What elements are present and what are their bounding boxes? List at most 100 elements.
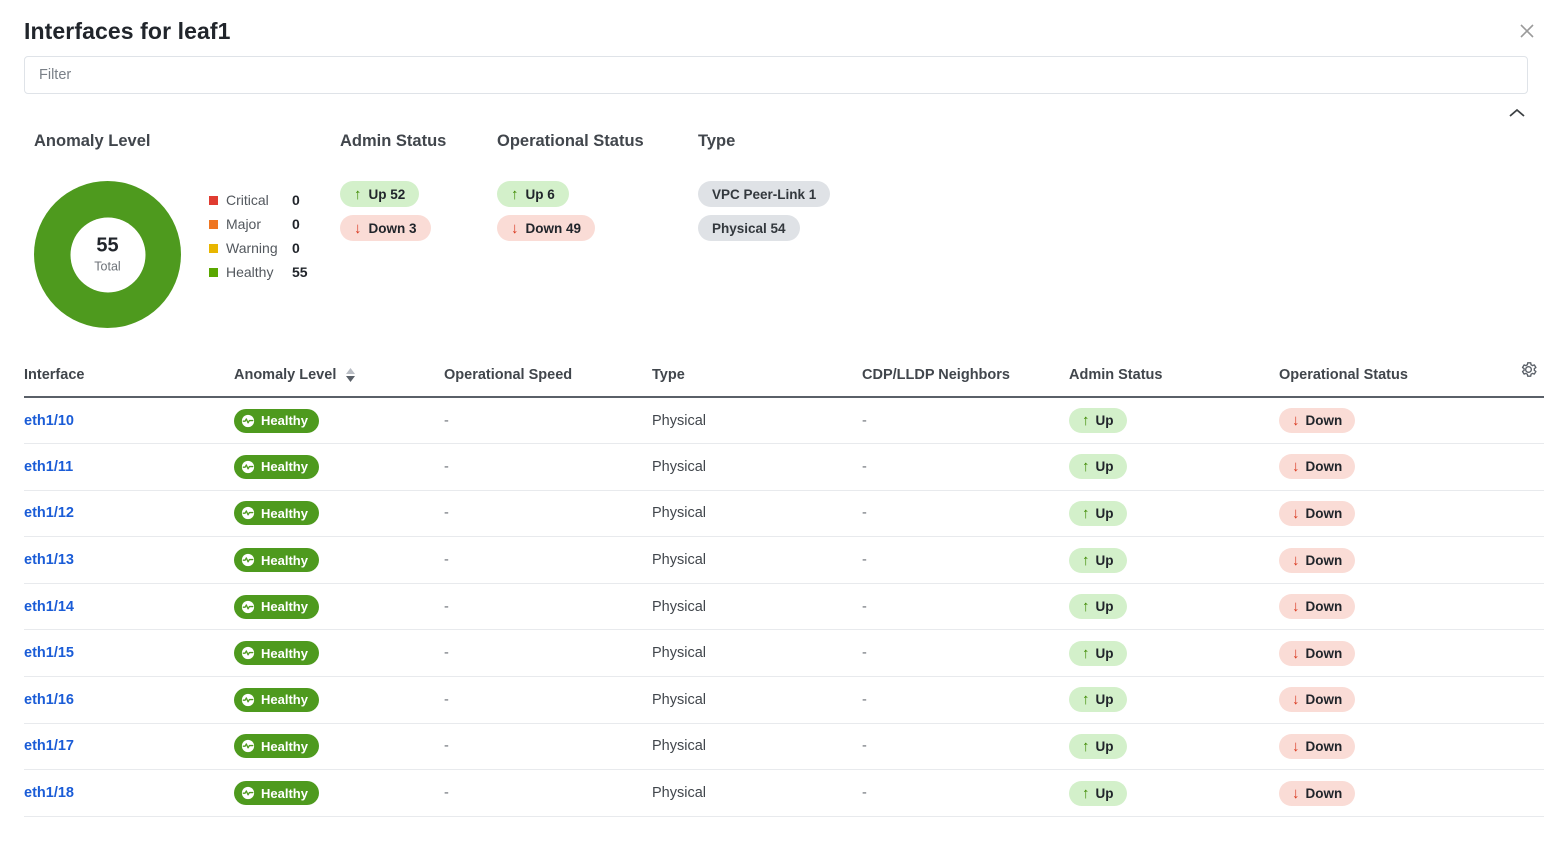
type-physical-badge[interactable]: Physical 54 <box>698 215 800 241</box>
admin-status-badge: ↑ Up <box>1069 547 1127 573</box>
cell-admin-status: ↑ Up <box>1069 769 1279 817</box>
operational-speed-value: - <box>444 458 449 475</box>
interface-link[interactable]: eth1/12 <box>24 505 74 521</box>
column-header-interface[interactable]: Interface <box>24 354 234 398</box>
panel-header: Interfaces for leaf1 <box>0 0 1560 50</box>
table-body: eth1/10 Healthy - Physical - ↑ Up ↓ Down eth1/11 H… <box>24 397 1544 817</box>
cell-type: Physical <box>652 629 862 678</box>
cell-operational-status: ↓ Down <box>1279 536 1494 584</box>
donut-center: 55 Total <box>70 217 145 292</box>
cell-type: Physical <box>652 443 862 491</box>
cell-admin-status: ↑ Up <box>1069 536 1279 584</box>
legend-value: 0 <box>292 216 300 232</box>
cell-operational-status: ↓ Down <box>1279 583 1494 631</box>
admin-status-badge: ↑ Up <box>1069 640 1127 666</box>
type-value: Physical <box>652 691 706 708</box>
anomaly-level-badge: Healthy <box>234 734 319 759</box>
cell-anomaly-level: Healthy <box>234 490 444 538</box>
arrow-up-icon: ↑ <box>1082 691 1090 709</box>
type-value: Physical <box>652 458 706 475</box>
arrow-down-icon: ↓ <box>1292 504 1300 522</box>
anomaly-level-badge: Healthy <box>234 548 319 573</box>
anomaly-level-badge: Healthy <box>234 501 319 526</box>
cell-operational-status: ↓ Down <box>1279 490 1494 538</box>
badge-label: Up <box>1095 413 1114 429</box>
admin-status-badge: ↑ Up <box>1069 687 1127 713</box>
cell-operational-speed: - <box>444 443 652 491</box>
neighbors-value: - <box>862 691 867 708</box>
column-header-admin-status[interactable]: Admin Status <box>1069 354 1279 398</box>
cell-admin-status: ↑ Up <box>1069 629 1279 678</box>
badge-label: Healthy <box>261 785 308 801</box>
cell-anomaly-level: Healthy <box>234 676 444 724</box>
close-icon[interactable] <box>1512 16 1542 46</box>
operational-speed-value: - <box>444 645 449 662</box>
type-summary: Type VPC Peer-Link 1 Physical 54 <box>698 132 958 249</box>
heartbeat-icon <box>241 600 255 614</box>
table-row: eth1/17 Healthy - Physical - ↑ Up ↓ Down <box>24 723 1544 771</box>
cell-spacer <box>1494 397 1544 445</box>
gear-icon[interactable] <box>1519 360 1538 379</box>
operational-status-down-badge[interactable]: ↓ Down 49 <box>497 215 596 241</box>
cell-type: Physical <box>652 536 862 584</box>
column-header-cdp-lldp-neighbors[interactable]: CDP/LLDP Neighbors <box>862 354 1069 398</box>
interface-link[interactable]: eth1/10 <box>24 413 74 429</box>
column-header-type[interactable]: Type <box>652 354 862 398</box>
badge-label: Down <box>1305 552 1343 568</box>
type-vpc-peer-link-badge[interactable]: VPC Peer-Link 1 <box>698 181 831 207</box>
anomaly-legend: Critical 0 Major 0 Warning 0 Healthy 55 <box>209 181 308 284</box>
operational-speed-value: - <box>444 552 449 569</box>
page-title: Interfaces for leaf1 <box>24 17 231 44</box>
interface-link[interactable]: eth1/11 <box>24 459 73 475</box>
interface-link[interactable]: eth1/15 <box>24 645 74 661</box>
operational-status-badge: ↓ Down <box>1279 640 1356 666</box>
cell-interface: eth1/10 <box>24 397 234 445</box>
type-value: Physical <box>652 598 706 615</box>
interface-link[interactable]: eth1/18 <box>24 785 74 801</box>
badge-label: Healthy <box>261 738 308 754</box>
cell-cdp-lldp-neighbors: - <box>862 536 1069 584</box>
search-input[interactable] <box>24 56 1528 94</box>
badge-label: Down <box>1305 505 1343 521</box>
column-header-operational-status[interactable]: Operational Status <box>1279 354 1494 398</box>
anomaly-level-badge: Healthy <box>234 594 319 619</box>
admin-status-up-badge[interactable]: ↑ Up 52 <box>340 181 420 207</box>
cell-admin-status: ↑ Up <box>1069 443 1279 491</box>
interface-link[interactable]: eth1/16 <box>24 692 74 708</box>
cell-operational-speed: - <box>444 397 652 445</box>
cell-operational-status: ↓ Down <box>1279 397 1494 445</box>
sort-indicator-icon[interactable] <box>346 368 356 382</box>
column-header-operational-speed[interactable]: Operational Speed <box>444 354 652 398</box>
anomaly-level-badge: Healthy <box>234 641 319 666</box>
column-label: Operational Status <box>1279 367 1408 383</box>
badge-label: Down 49 <box>525 220 582 236</box>
interface-link[interactable]: eth1/17 <box>24 738 74 754</box>
operational-status-summary: Operational Status ↑ Up 6 ↓ Down 49 <box>497 132 698 249</box>
column-header-anomaly-level[interactable]: Anomaly Level <box>234 354 444 398</box>
cell-operational-status: ↓ Down <box>1279 769 1494 817</box>
operational-speed-value: - <box>444 738 449 755</box>
arrow-down-icon: ↓ <box>511 219 519 237</box>
interface-link[interactable]: eth1/14 <box>24 599 74 615</box>
cell-interface: eth1/14 <box>24 583 234 631</box>
interface-link[interactable]: eth1/13 <box>24 552 74 568</box>
cell-spacer <box>1494 769 1544 817</box>
cell-cdp-lldp-neighbors: - <box>862 676 1069 724</box>
cell-admin-status: ↑ Up <box>1069 490 1279 538</box>
admin-status-summary: Admin Status ↑ Up 52 ↓ Down 3 <box>340 132 497 249</box>
cell-cdp-lldp-neighbors: - <box>862 583 1069 631</box>
arrow-down-icon: ↓ <box>1292 784 1300 802</box>
arrow-down-icon: ↓ <box>1292 551 1300 569</box>
operational-status-title: Operational Status <box>497 132 644 150</box>
arrow-up-icon: ↑ <box>1082 551 1090 569</box>
column-label: Admin Status <box>1069 367 1163 383</box>
heartbeat-icon <box>241 739 255 753</box>
cell-anomaly-level: Healthy <box>234 723 444 771</box>
chevron-up-icon[interactable] <box>1504 102 1530 124</box>
arrow-up-icon: ↑ <box>1082 784 1090 802</box>
cell-type: Physical <box>652 676 862 724</box>
cell-operational-status: ↓ Down <box>1279 629 1494 678</box>
admin-status-down-badge[interactable]: ↓ Down 3 <box>340 215 431 241</box>
operational-status-up-badge[interactable]: ↑ Up 6 <box>497 181 569 207</box>
cell-interface: eth1/13 <box>24 536 234 584</box>
